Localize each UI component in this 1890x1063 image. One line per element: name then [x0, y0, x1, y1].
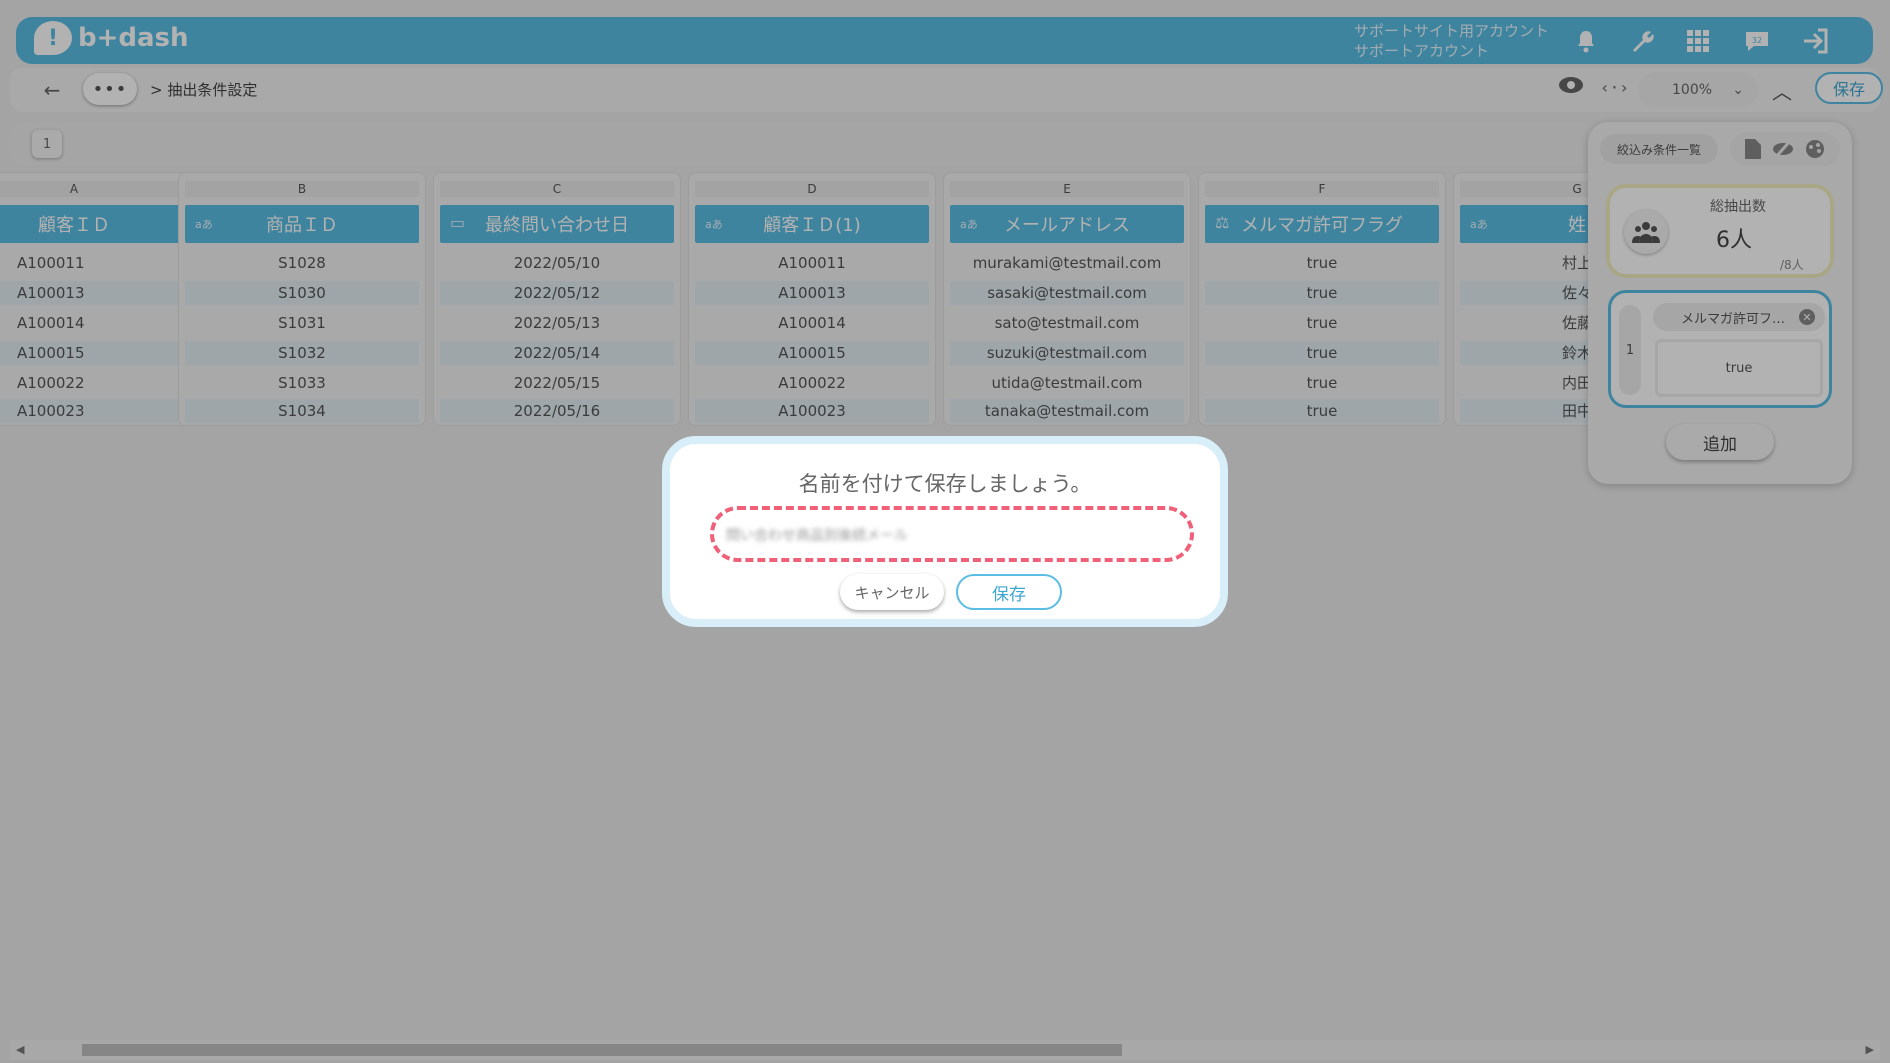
name-input-highlight [710, 506, 1194, 562]
dialog-title: 名前を付けて保存しましょう。 [798, 472, 1092, 496]
name-input[interactable] [726, 520, 1178, 550]
save-dialog: 名前を付けて保存しましょう。 キャンセル 保存 [662, 436, 1228, 627]
save-button[interactable]: 保存 [956, 574, 1062, 610]
cancel-button[interactable]: キャンセル [840, 574, 944, 610]
